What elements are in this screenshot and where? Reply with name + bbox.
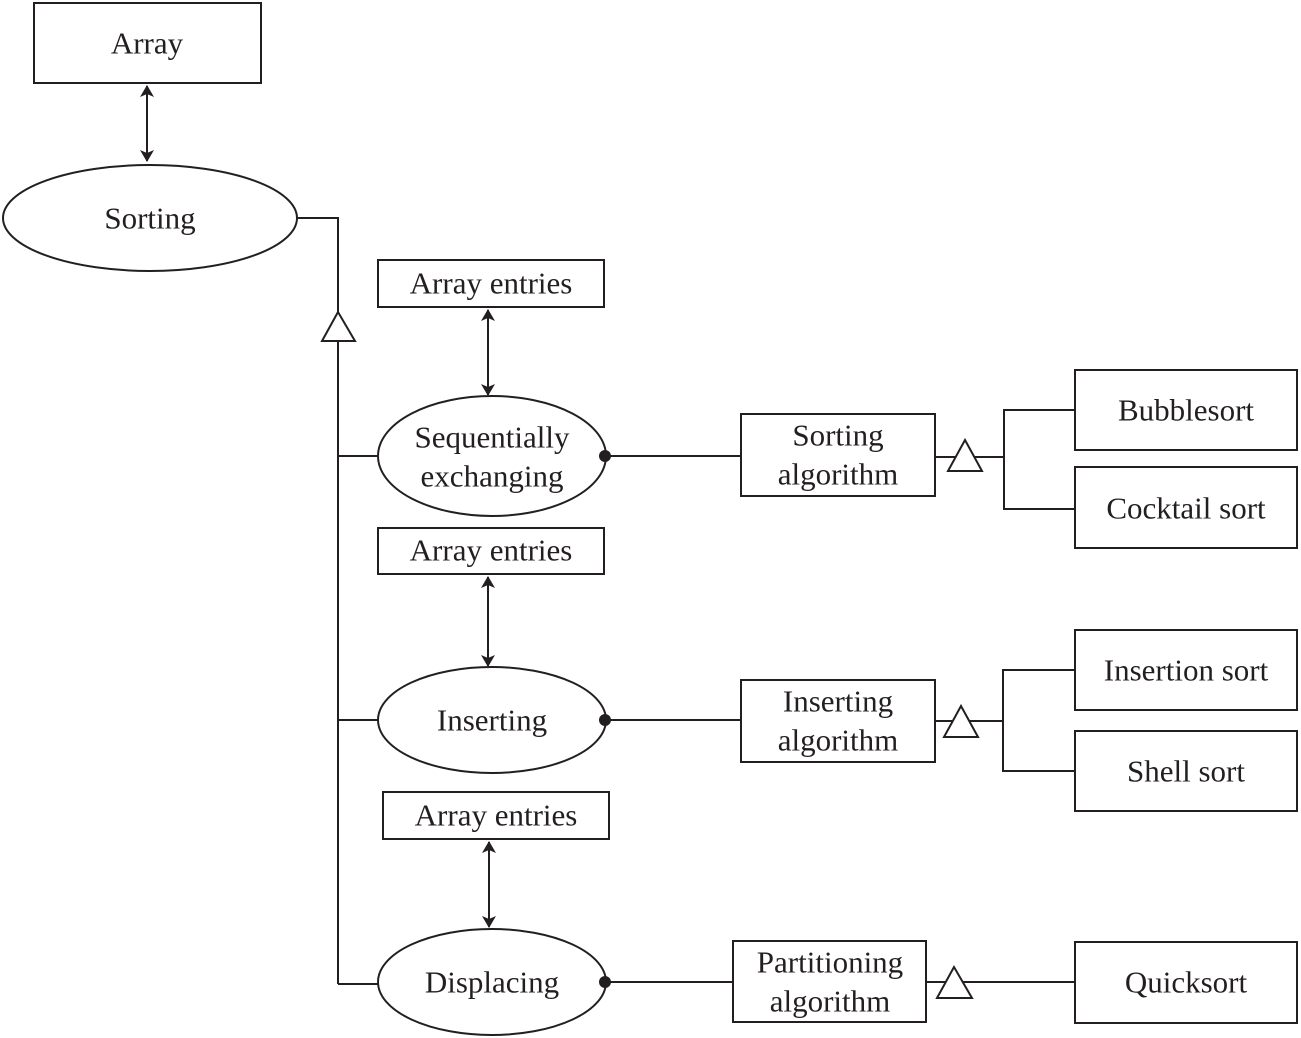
- sort-alg-label-2: algorithm: [778, 457, 899, 492]
- inserting-node: Inserting: [377, 666, 607, 774]
- sorting-label: Sorting: [104, 201, 195, 236]
- insertion-sort-label: Insertion sort: [1104, 653, 1269, 688]
- ins-alg-label-1: Inserting: [783, 684, 893, 719]
- sort-alg-label-1: Sorting: [792, 418, 883, 453]
- shell-sort-label: Shell sort: [1127, 754, 1245, 789]
- connector: [297, 217, 339, 312]
- quicksort-node: Quicksort: [1074, 941, 1298, 1024]
- part-alg-label-1: Partitioning: [757, 945, 903, 980]
- insertion-sort-node: Insertion sort: [1074, 629, 1298, 711]
- sorting-diagram: Array Sorting Array entries Sequentially…: [2, 2, 1298, 1036]
- connector: [1003, 409, 1075, 510]
- seq-label-2: exchanging: [421, 459, 564, 494]
- shell-sort-node: Shell sort: [1074, 730, 1298, 812]
- bubblesort-label: Bubblesort: [1118, 393, 1254, 428]
- inserting-label: Inserting: [437, 703, 547, 738]
- sorting-algorithm-node: Sorting algorithm: [740, 413, 936, 497]
- displacing-label: Displacing: [425, 965, 559, 1000]
- array-entries-node: Array entries: [382, 791, 610, 840]
- array-entries-node: Array entries: [377, 259, 605, 308]
- connector: [1002, 669, 1075, 772]
- array-entries-label: Array entries: [415, 798, 578, 833]
- cocktail-sort-label: Cocktail sort: [1106, 491, 1266, 526]
- part-alg-label-2: algorithm: [770, 984, 891, 1019]
- bubblesort-node: Bubblesort: [1074, 369, 1298, 451]
- inheritance-triangle-icon: [320, 309, 357, 342]
- ins-alg-label-2: algorithm: [778, 723, 899, 758]
- array-entries-node: Array entries: [377, 527, 605, 575]
- array-label: Array: [111, 26, 184, 61]
- inserting-algorithm-node: Inserting algorithm: [740, 679, 936, 763]
- sequentially-exchanging-node: Sequentially exchanging: [377, 395, 607, 517]
- array-entries-label: Array entries: [410, 266, 573, 301]
- array-node: Array: [33, 2, 262, 84]
- seq-label-1: Sequentially: [415, 420, 570, 455]
- displacing-node: Displacing: [377, 928, 607, 1036]
- inheritance-triangle-icon: [946, 437, 984, 472]
- array-entries-label: Array entries: [410, 533, 573, 568]
- cocktail-sort-node: Cocktail sort: [1074, 466, 1298, 549]
- partitioning-algorithm-node: Partitioning algorithm: [732, 940, 927, 1023]
- quicksort-label: Quicksort: [1125, 965, 1248, 1000]
- sorting-node: Sorting: [2, 164, 298, 272]
